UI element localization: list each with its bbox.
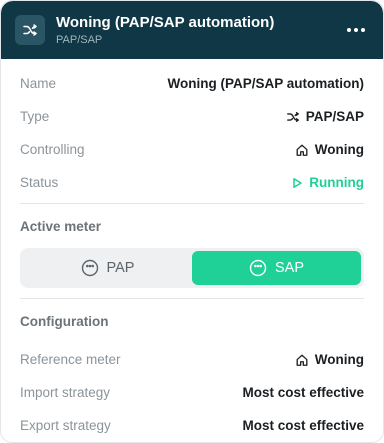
type-row: Type PAP/SAP [20, 100, 364, 133]
home-icon [296, 354, 308, 366]
meter-toggle: PAP SAP [20, 248, 364, 288]
name-row: Name Woning (PAP/SAP automation) [20, 67, 364, 100]
shuffle-icon [286, 111, 299, 122]
type-value-container: PAP/SAP [286, 109, 364, 124]
pap-option-label: PAP [106, 260, 135, 276]
configuration-list: Reference meter Woning Import strategy M… [20, 343, 364, 442]
import-strategy-row: Import strategy Most cost effective [20, 376, 364, 409]
controlling-value-container: Woning [295, 142, 364, 157]
name-label: Name [20, 76, 57, 91]
controlling-value: Woning [314, 142, 364, 157]
active-meter-title: Active meter [20, 218, 102, 234]
configuration-title: Configuration [20, 313, 109, 329]
status-value: Running [309, 175, 364, 190]
import-strategy-value: Most cost effective [242, 385, 364, 400]
automation-subtitle: PAP/SAP [56, 34, 103, 46]
home-icon [296, 144, 308, 156]
status-label: Status [20, 175, 59, 190]
reference-meter-row: Reference meter Woning [20, 343, 364, 376]
more-horizontal-icon [347, 28, 351, 32]
sap-option-label: SAP [274, 260, 304, 276]
card-body: Name Woning (PAP/SAP automation) Type PA… [1, 67, 383, 442]
type-label: Type [20, 109, 50, 124]
import-strategy-label: Import strategy [20, 385, 111, 400]
status-value-container: Running [291, 175, 364, 190]
reference-meter-label: Reference meter [20, 352, 121, 367]
reference-meter-value-container: Woning [295, 352, 364, 367]
export-strategy-value: Most cost effective [242, 418, 364, 433]
shuffle-icon [15, 15, 45, 45]
controlling-row: Controlling Woning [20, 133, 364, 166]
more-options-button[interactable] [343, 17, 369, 43]
pap-option-button[interactable]: PAP [23, 251, 192, 285]
header-text: Woning (PAP/SAP automation) PAP/SAP [56, 13, 343, 47]
meter-icon [81, 259, 98, 277]
status-row: Status Running [20, 166, 364, 199]
export-strategy-row: Export strategy Most cost effective [20, 409, 364, 442]
play-icon [293, 177, 303, 188]
name-value: Woning (PAP/SAP automation) [167, 76, 365, 91]
meter-icon [249, 259, 267, 277]
sap-option-button[interactable]: SAP [192, 251, 361, 285]
card-header: Woning (PAP/SAP automation) PAP/SAP [1, 1, 383, 59]
automation-title: Woning (PAP/SAP automation) [56, 14, 275, 31]
type-value: PAP/SAP [305, 109, 364, 124]
reference-meter-value: Woning [314, 352, 364, 367]
controlling-label: Controlling [20, 142, 85, 157]
export-strategy-label: Export strategy [20, 418, 111, 433]
automation-card: Woning (PAP/SAP automation) PAP/SAP Name… [0, 0, 384, 443]
